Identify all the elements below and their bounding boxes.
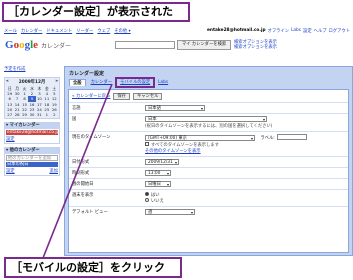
mini-calendar-day[interactable]: 31 [36,112,43,117]
setting-row-default-view: デフォルト ビュー 週 [69,205,348,217]
my-calendar-item[interactable]: entake28@hotmail.co.jp [6,130,59,136]
other-calendars-box: ▾ 他のカレンダー 他のカレンダーを追加 日本の祝日 設定 追加 [4,147,60,177]
timezone-select[interactable]: (GMT+09:00) 東京 [145,134,255,141]
week-start-select[interactable]: 日曜日 [145,180,171,187]
link-logout[interactable]: ログアウト [329,28,350,34]
settings-panel: « カレンダーに戻る 保存 キャンセル 言語 日本語 国 日本 (祝日のタイムゾ… [68,89,349,253]
save-button[interactable]: 保存 [113,92,130,100]
nav-web[interactable]: ウェブ [97,28,110,34]
mini-calendar-day[interactable]: 28 [13,112,20,117]
my-calendar-links: 設定 [5,136,59,143]
settings-tabs: 全般 カレンダー モバイルの設定 Labs [65,77,352,88]
setting-row-time-format: 時刻形式 13:00 [69,166,348,178]
other-calendar-links: 設定 追加 [5,168,59,175]
setting-row-show-weekends: 週末を表示 はい いいえ [69,188,348,206]
weekends-no-label: いいえ [151,198,164,204]
setting-row-week-start: 週の開始日 日曜日 [69,177,348,189]
country-note: (祝日のタイムゾーンを表示するには、別の国を選択してください) [145,124,273,129]
user-email: entake28@hotmail.co.jp [206,28,266,33]
top-nav: メール カレンダー ドキュメント リーダー ウェブ その他 ▾ [4,28,131,34]
weekends-yes-radio[interactable] [145,192,149,196]
mini-calendar-day[interactable]: 1 [43,112,50,117]
mini-calendar-title: 2009年12月 [18,80,46,85]
more-timezones-link[interactable]: その他のタイムゾーンを表示 [145,148,345,154]
show-all-timezones-checkbox[interactable] [145,142,149,146]
back-to-calendar-link[interactable]: « カレンダーに戻る [72,93,110,99]
show-all-timezones-label: すべてのタイムゾーンを表示します [151,142,219,148]
setting-row-timezone: 現在のタイムゾーン (GMT+09:00) 東京 ラベル: すべてのタイムゾーン… [69,131,348,156]
other-calendars-header[interactable]: ▾ 他のカレンダー [5,148,59,155]
create-event-link[interactable]: 予定を作成 [4,66,60,72]
setting-label: 言語 [72,106,81,111]
tab-labs[interactable]: Labs [155,79,171,86]
setting-label: 時刻形式 [72,170,90,176]
my-calendar-settings-link[interactable]: 設定 [6,136,15,142]
nav-more[interactable]: その他 ▾ [114,28,130,34]
cancel-button[interactable]: キャンセル [132,92,163,100]
sidebar: 予定を作成 « 2009年12月 » 日月火水木金土 29 30 1 2 3 4 5 6 7 8 9 1… [4,66,60,256]
timezone-label-input[interactable] [276,134,307,140]
nav-reader[interactable]: リーダー [76,28,93,34]
other-calendar-settings-link[interactable]: 設定 [6,168,15,174]
mini-calendar-header: « 2009年12月 » [6,79,58,85]
setting-label: 週の開始日 [72,181,94,187]
my-calendars-header[interactable]: ▾ マイカレンダー [5,123,59,130]
add-calendar-input[interactable]: 他のカレンダーを追加 [6,155,58,162]
settings-actions: « カレンダーに戻る 保存 キャンセル [69,90,348,102]
mini-calendar-grid: 日月火水木金土 29 30 1 2 3 4 5 6 7 8 9 10 11 12 13 14 15 16 17 18 19… [6,86,58,117]
setting-label: 週末を表示 [72,192,94,198]
logo-letter: G [5,39,14,51]
callout-bottom: ［モバイルの設定］をクリック [4,257,182,278]
logo-suffix: カレンダー [41,43,72,50]
setting-label: 現在のタイムゾーン [72,135,111,140]
country-select[interactable]: 日本 [145,116,267,122]
search-options-line[interactable]: 検索オプションを表示 [234,45,277,50]
language-select[interactable]: 日本語 [145,105,205,111]
settings-main: カレンダー設定 全般 カレンダー モバイルの設定 Labs « カレンダーに戻る… [64,66,353,256]
logo-letter: e [33,39,39,51]
link-offline[interactable]: オフライン [268,28,289,34]
nav-docs[interactable]: ドキュメント [46,28,72,34]
mini-calendar-day[interactable]: 27 [6,112,13,117]
timezone-label-text: ラベル: [260,135,275,141]
prev-month-icon[interactable]: « [6,79,9,85]
nav-calendar[interactable]: カレンダー [21,28,42,34]
mini-calendar-day[interactable]: 2 [51,112,58,117]
search-options[interactable]: 検索オプションを表示 検索オプションを表示 [234,40,277,50]
time-format-select[interactable]: 13:00 [145,169,171,176]
link-help[interactable]: ヘルプ [314,28,327,34]
my-calendars-box: ▾ マイカレンダー entake28@hotmail.co.jp 設定 [4,122,60,145]
other-calendar-item[interactable]: 日本の祝日 [6,162,58,168]
setting-label: デフォルト ビュー [72,209,108,215]
search-input[interactable] [115,41,175,49]
other-calendar-add-link[interactable]: 追加 [49,168,58,174]
page-title: カレンダー設定 [69,71,105,77]
mini-calendar-day[interactable]: 29 [21,112,28,117]
callout-top: ［カレンダー設定］が表示された [2,2,190,22]
setting-row-language: 言語 日本語 [69,102,348,113]
weekends-yes-label: はい [151,192,160,198]
next-month-icon[interactable]: » [55,79,58,85]
tab-mobile-settings[interactable]: モバイルの設定 [115,77,156,88]
link-settings[interactable]: 設定 [303,28,312,34]
setting-label: 日付形式 [72,159,90,165]
tab-calendars[interactable]: カレンダー [88,79,115,86]
user-bar: entake28@hotmail.co.jp オフライン Labs 設定 ヘルプ… [207,28,350,34]
link-labs[interactable]: Labs [291,28,301,34]
google-calendar-logo[interactable]: Google カレンダー [5,39,71,51]
tab-general[interactable]: 全般 [69,79,86,86]
default-view-select[interactable]: 週 [145,208,195,215]
setting-row-date-format: 日付形式 2009/12/31 [69,155,348,167]
weekends-no-radio[interactable] [145,198,149,202]
nav-mail[interactable]: メール [4,28,17,34]
google-calendar-screenshot: メール カレンダー ドキュメント リーダー ウェブ その他 ▾ entake28… [2,26,353,256]
setting-label: 国 [72,117,77,122]
mini-calendar-day[interactable]: 30 [28,112,35,117]
mini-calendar: « 2009年12月 » 日月火水木金土 29 30 1 2 3 4 5 6 7 8 9 10 11 12 1… [4,77,60,120]
search-button[interactable]: マイ カレンダーを検索 [177,40,231,50]
setting-row-country: 国 日本 (祝日のタイムゾーンを表示するには、別の国を選択してください) [69,113,348,131]
date-format-select[interactable]: 2009/12/31 [145,158,179,165]
